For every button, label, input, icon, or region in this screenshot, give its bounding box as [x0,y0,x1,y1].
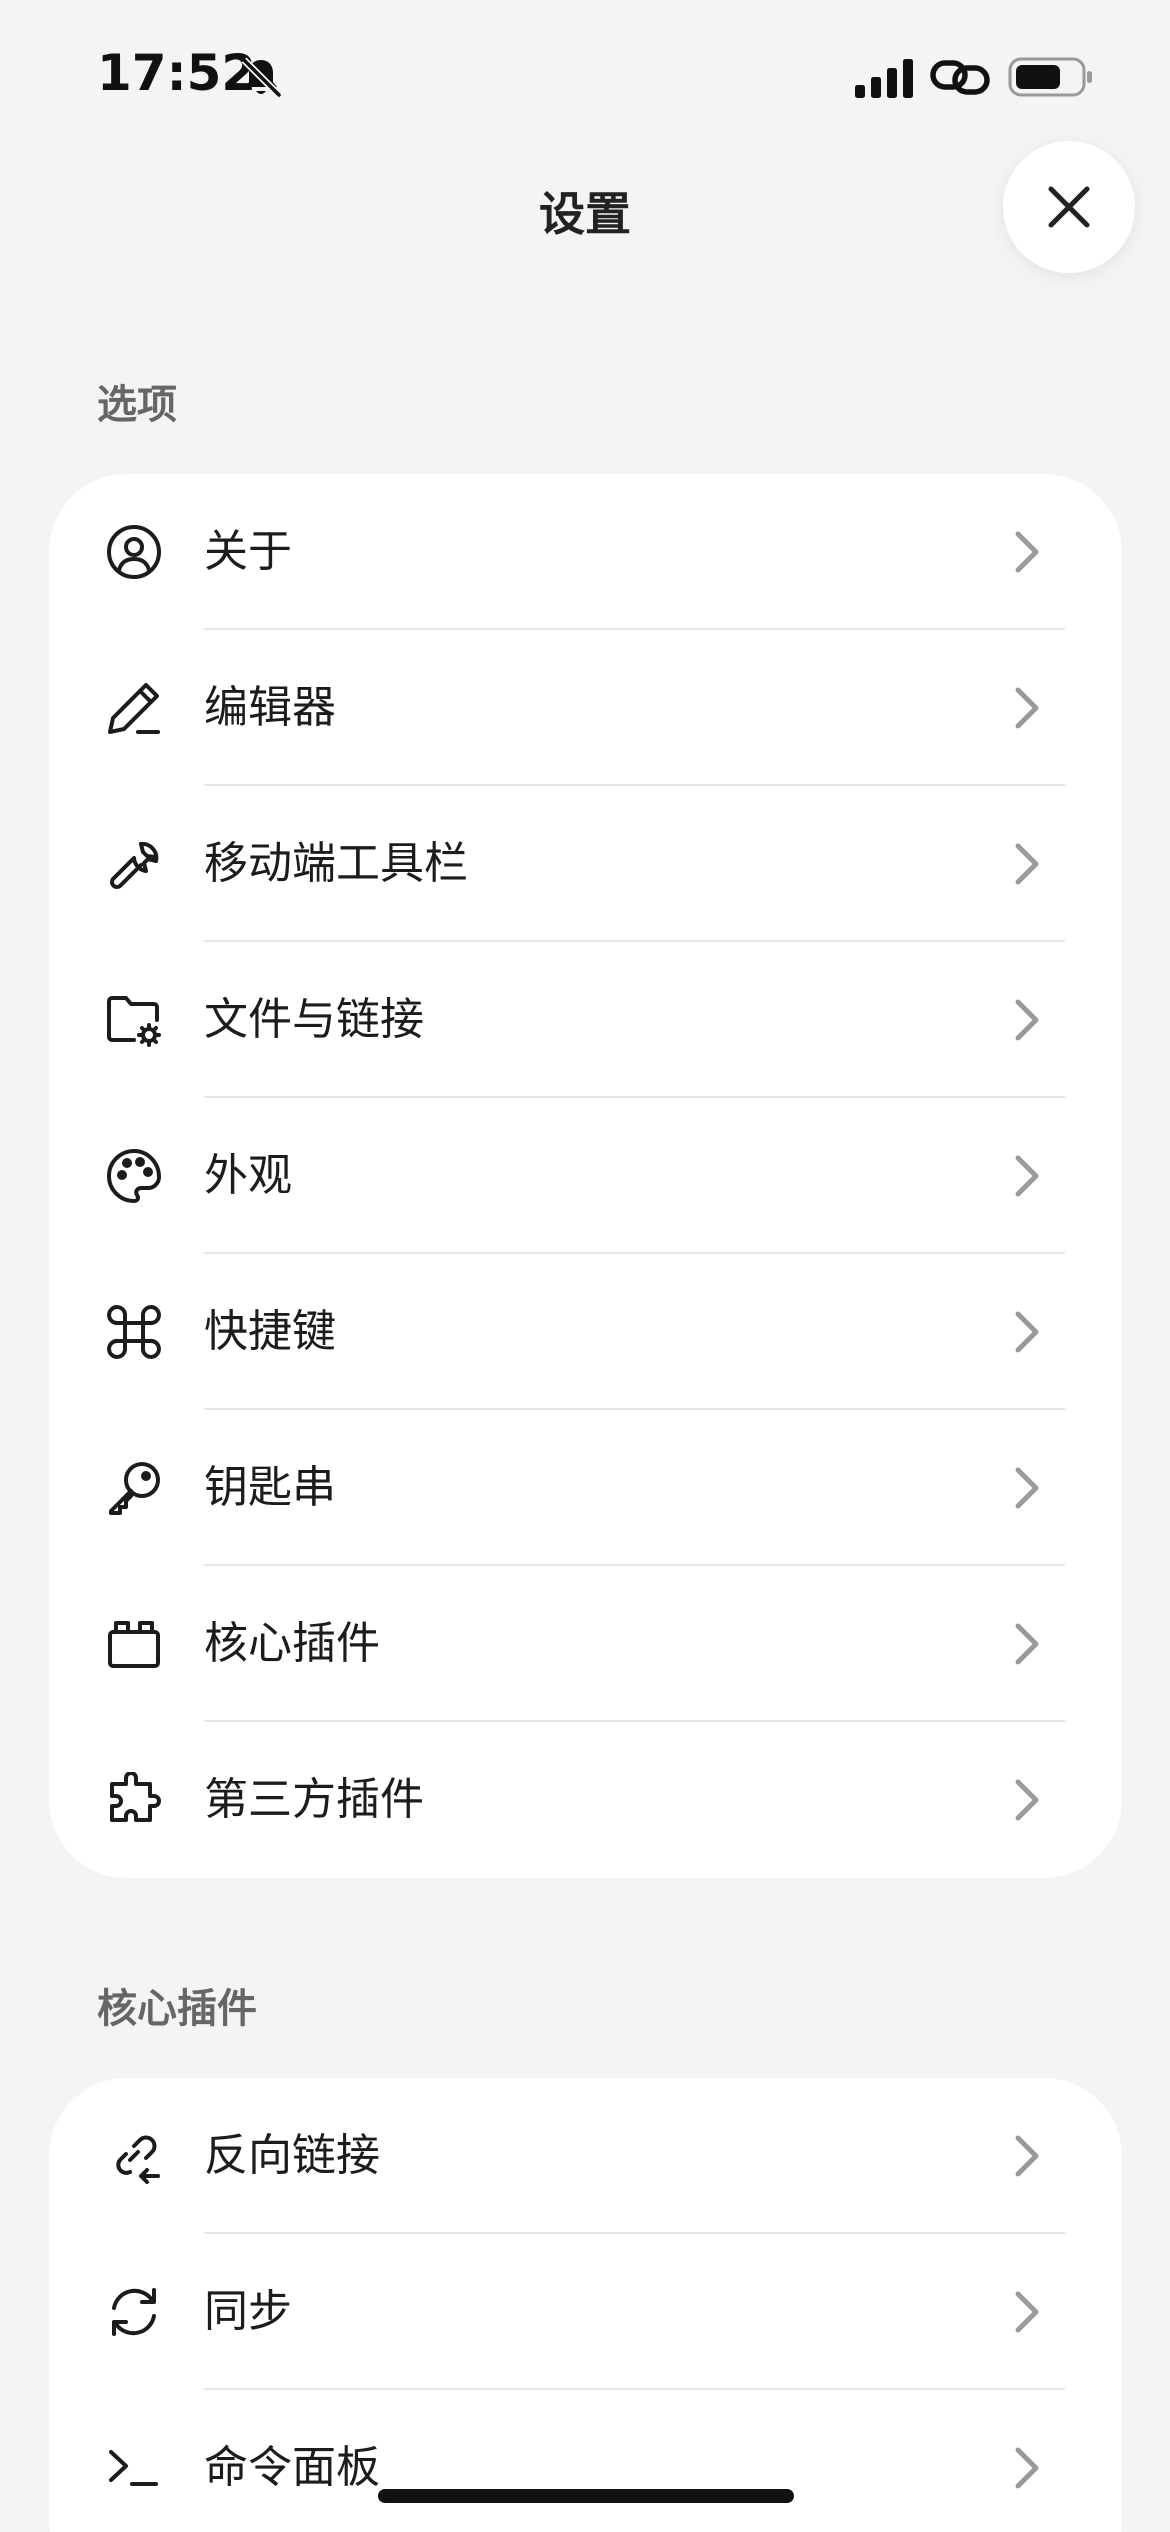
section-label-options: 选项 [97,382,177,428]
chevron-right-icon [1015,2447,1039,2489]
settings-item-about[interactable]: 关于 [49,474,1122,630]
settings-item-command-palette[interactable]: 命令面板 [49,2390,1122,2532]
settings-item-label: 编辑器 [204,682,336,733]
chevron-right-icon [1015,843,1039,885]
settings-item-sync[interactable]: 同步 [49,2234,1122,2390]
settings-item-label: 第三方插件 [204,1774,424,1825]
settings-item-label: 反向链接 [204,2130,380,2181]
folder-gear-icon [107,996,161,1047]
chevron-right-icon [1015,2291,1039,2333]
plugin-box-icon [108,1621,160,1668]
battery-icon [1008,57,1092,97]
close-button[interactable] [1003,141,1135,273]
close-icon [1048,186,1090,228]
settings-item-community-plugins[interactable]: 第三方插件 [49,1722,1122,1878]
wrench-icon [110,841,159,889]
settings-item-label: 移动端工具栏 [204,838,468,889]
options-card: 关于 编辑器 移动端工具栏 文件与链接 外观 快捷键 钥匙串 核心插件 第三方插… [49,474,1122,1878]
terminal-icon [109,2450,158,2486]
chevron-right-icon [1015,1623,1039,1665]
command-icon [107,1305,161,1359]
chevron-right-icon [1015,2135,1039,2177]
settings-item-label: 快捷键 [204,1306,336,1357]
status-bar: 17:52 [0,0,1170,150]
settings-item-mobile-toolbar[interactable]: 移动端工具栏 [49,786,1122,942]
pencil-icon [108,683,160,734]
sync-icon [112,2288,156,2336]
chevron-right-icon [1015,1779,1039,1821]
settings-item-label: 关于 [204,526,292,577]
home-indicator [378,2489,794,2503]
core-plugins-card: 反向链接 同步 命令面板 [49,2078,1122,2532]
personal-hotspot-icon [930,60,990,95]
chevron-right-icon [1015,531,1039,573]
status-time: 17:52 [97,44,257,102]
chevron-right-icon [1015,1311,1039,1353]
key-icon [109,1462,160,1515]
settings-item-hotkeys[interactable]: 快捷键 [49,1254,1122,1410]
settings-item-label: 钥匙串 [204,1462,336,1513]
settings-item-label: 外观 [204,1150,292,1201]
puzzle-icon [110,1772,161,1822]
settings-item-keychain[interactable]: 钥匙串 [49,1410,1122,1566]
user-circle-icon [107,525,161,579]
bell-muted-icon [241,57,282,98]
settings-item-files-links[interactable]: 文件与链接 [49,942,1122,1098]
cellular-signal-icon [855,59,913,98]
settings-item-label: 同步 [204,2286,292,2337]
settings-item-label: 命令面板 [204,2442,380,2493]
page-title: 设置 [539,187,631,241]
settings-screen: 17:52 设置 选项 关于 编辑器 移动端工具栏 文件与链接 外观 快捷键 钥… [0,0,1170,2532]
settings-item-label: 文件与链接 [204,994,424,1045]
chevron-right-icon [1015,687,1039,729]
chevron-right-icon [1015,1155,1039,1197]
settings-item-label: 核心插件 [204,1618,380,1669]
settings-item-backlinks[interactable]: 反向链接 [49,2078,1122,2234]
chevron-right-icon [1015,999,1039,1041]
settings-item-editor[interactable]: 编辑器 [49,630,1122,786]
backlink-icon [116,2135,160,2184]
palette-icon [107,1149,161,1203]
settings-item-core-plugins[interactable]: 核心插件 [49,1566,1122,1722]
section-label-core-plugins: 核心插件 [97,1986,257,2032]
chevron-right-icon [1015,1467,1039,1509]
settings-item-appearance[interactable]: 外观 [49,1098,1122,1254]
